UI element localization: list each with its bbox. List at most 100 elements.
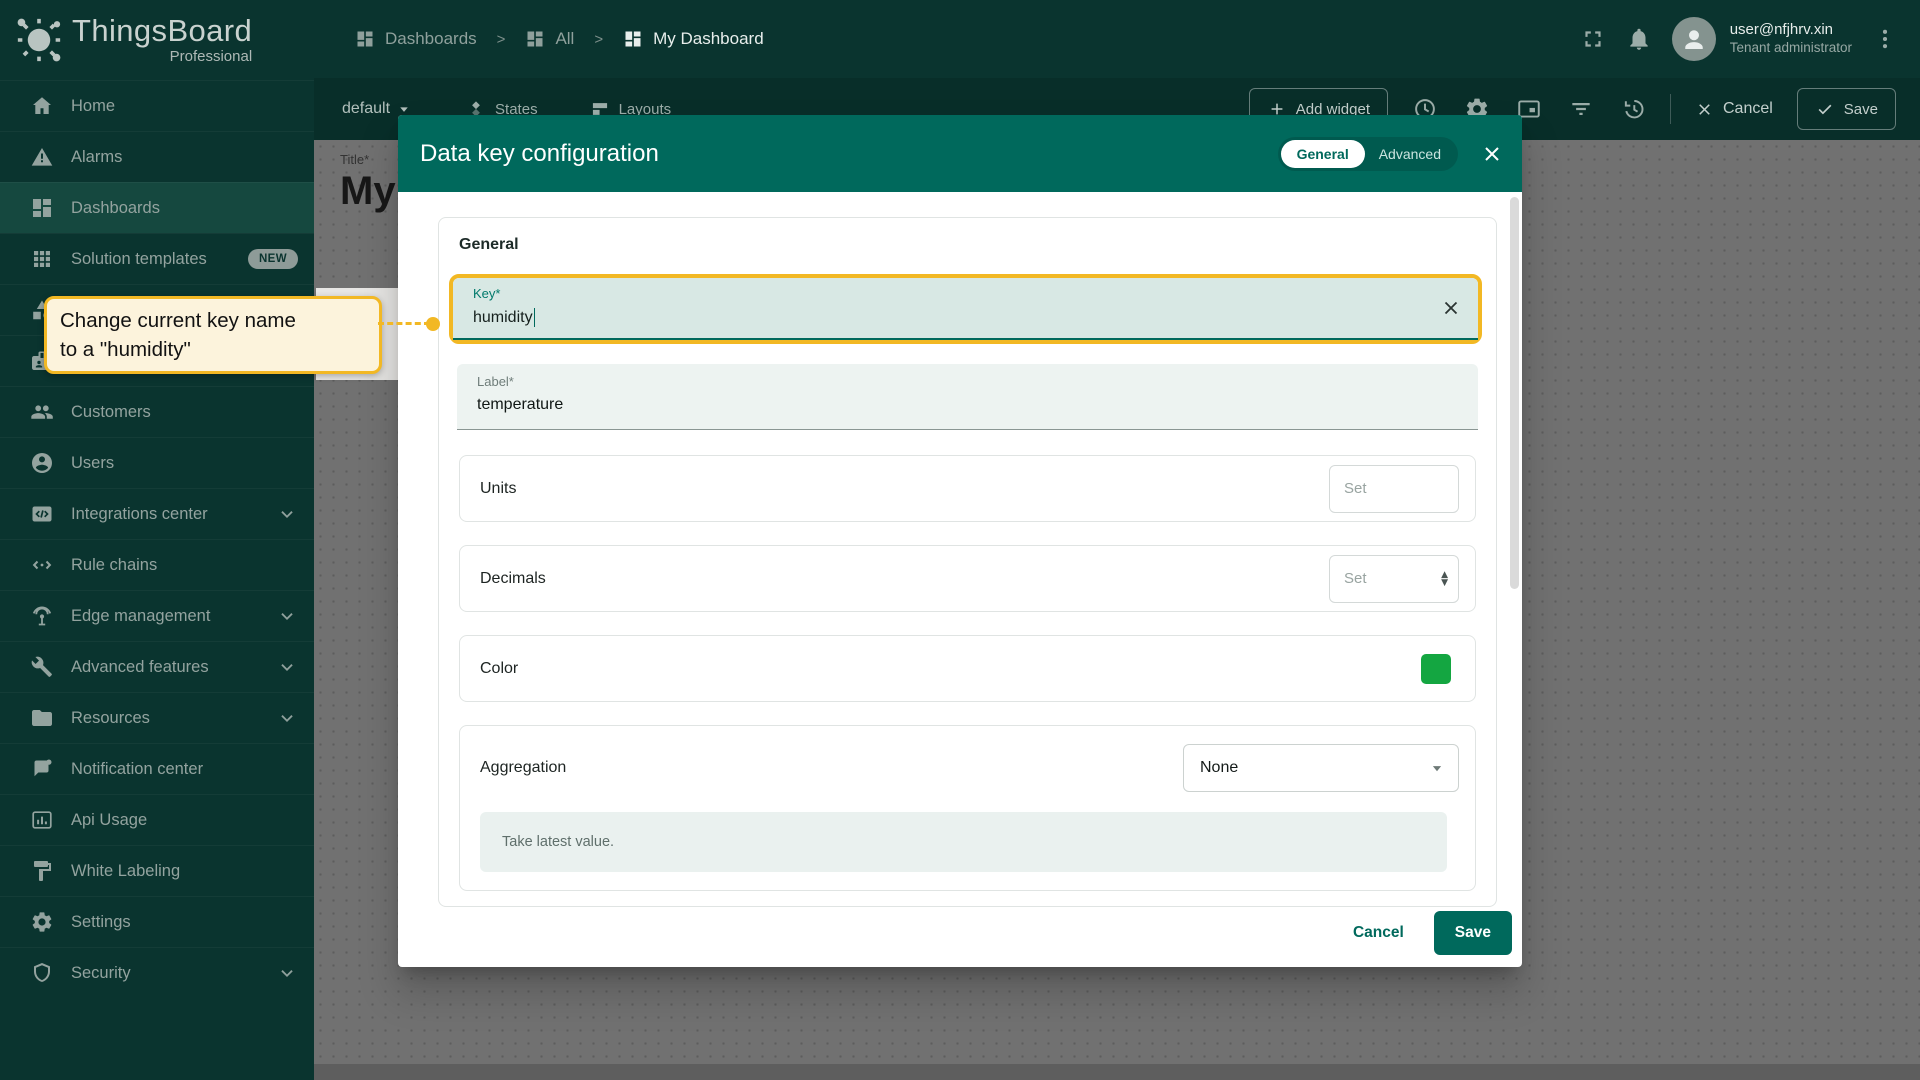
annotation-line-2: to a "humidity" <box>60 335 366 364</box>
sidebar-item-alarms[interactable]: Alarms <box>0 131 314 182</box>
dialog-footer: Cancel Save <box>398 909 1522 967</box>
dashboard-icon <box>355 29 375 49</box>
avatar[interactable] <box>1672 17 1716 61</box>
aggregation-select[interactable]: None <box>1183 744 1459 792</box>
sidebar-item-api-usage[interactable]: Api Usage <box>0 794 314 845</box>
units-row: Units Set <box>459 455 1476 522</box>
history-icon[interactable] <box>1620 96 1646 122</box>
color-swatch[interactable] <box>1421 654 1451 684</box>
sidebar-item-label: Users <box>71 454 114 473</box>
sidebar-item-resources[interactable]: Resources <box>0 692 314 743</box>
decimals-stepper[interactable]: ▲▼ <box>1441 571 1448 587</box>
sidebar-item-edge-management[interactable]: Edge management <box>0 590 314 641</box>
security-icon <box>30 961 54 985</box>
sidebar-item-dashboards[interactable]: Dashboards <box>0 182 314 233</box>
edit-save-button[interactable]: Save <box>1797 88 1896 130</box>
sidebar-item-notification-center[interactable]: Notification center <box>0 743 314 794</box>
alarms-icon <box>30 145 54 169</box>
dashboard-icon <box>623 29 643 49</box>
breadcrumb-separator: > <box>497 31 506 48</box>
label-input-label: Label* <box>477 374 1460 389</box>
annotation-connector-dot <box>426 317 440 331</box>
save-button[interactable]: Save <box>1434 911 1512 955</box>
filter-icon[interactable] <box>1568 96 1594 122</box>
dialog-scrollbar[interactable] <box>1510 197 1519 589</box>
user-role: Tenant administrator <box>1730 40 1852 57</box>
white-labeling-icon <box>30 859 54 883</box>
chevron-down-icon <box>276 503 298 525</box>
settings-icon <box>30 910 54 934</box>
chevron-down-icon <box>276 656 298 678</box>
annotation-line-1: Change current key name <box>60 306 366 335</box>
sidebar-item-solution-templates[interactable]: Solution templatesNEW <box>0 233 314 284</box>
key-input[interactable]: Key* humidity <box>453 278 1478 340</box>
dashboard-title-value[interactable]: My <box>340 169 396 214</box>
notifications-bell-icon[interactable] <box>1626 26 1652 52</box>
sidebar-item-customers[interactable]: Customers <box>0 386 314 437</box>
general-section-card: General Key* humidity Label* temperature… <box>438 217 1497 907</box>
app-edition: Professional <box>72 48 252 65</box>
breadcrumb-item[interactable]: All <box>525 29 574 49</box>
breadcrumb-item[interactable]: Dashboards <box>355 29 477 49</box>
sidebar-menu: HomeAlarmsDashboardsSolution templatesNE… <box>0 80 314 998</box>
fullscreen-icon[interactable] <box>1580 26 1606 52</box>
api-usage-icon <box>30 808 54 832</box>
decimals-row: Decimals Set ▲▼ <box>459 545 1476 612</box>
decimals-label: Decimals <box>480 570 546 588</box>
label-input-value: temperature <box>477 396 1460 414</box>
kebab-menu-icon[interactable] <box>1872 26 1898 52</box>
user-email: user@nfjhrv.xin <box>1730 21 1852 40</box>
label-input[interactable]: Label* temperature <box>457 364 1478 430</box>
chevron-down-icon <box>276 605 298 627</box>
breadcrumb-item[interactable]: My Dashboard <box>623 29 764 49</box>
clear-key-icon[interactable] <box>1440 297 1462 319</box>
sidebar-item-settings[interactable]: Settings <box>0 896 314 947</box>
key-field-highlight: Key* humidity <box>449 274 1482 344</box>
dashboard-icon <box>525 29 545 49</box>
tab-advanced[interactable]: Advanced <box>1365 146 1455 162</box>
dialog-close-icon[interactable] <box>1480 142 1504 166</box>
sidebar-item-rule-chains[interactable]: Rule chains <box>0 539 314 590</box>
solution-templates-icon <box>30 247 54 271</box>
user-info: user@nfjhrv.xin Tenant administrator <box>1730 21 1852 57</box>
sidebar-item-integrations-center[interactable]: Integrations center <box>0 488 314 539</box>
close-icon <box>1695 100 1714 119</box>
key-input-label: Key* <box>473 286 1460 301</box>
sidebar-item-home[interactable]: Home <box>0 80 314 131</box>
decimals-placeholder: Set <box>1344 570 1367 587</box>
edit-cancel-button[interactable]: Cancel <box>1695 100 1773 119</box>
dialog-header: Data key configuration General Advanced <box>398 115 1522 192</box>
sidebar-item-security[interactable]: Security <box>0 947 314 998</box>
sidebar-item-advanced-features[interactable]: Advanced features <box>0 641 314 692</box>
decimals-input[interactable]: Set ▲▼ <box>1329 555 1459 603</box>
sidebar-item-label: Integrations center <box>71 505 208 524</box>
dashboard-title-label: Title* <box>340 152 396 167</box>
app-logo[interactable]: ThingsBoard Professional <box>0 0 314 80</box>
sidebar-item-users[interactable]: Users <box>0 437 314 488</box>
sidebar-item-label: Notification center <box>71 760 203 779</box>
thingsboard-logo-icon <box>12 13 66 67</box>
breadcrumb-separator: > <box>594 31 603 48</box>
rule-chains-icon <box>30 553 54 577</box>
general-advanced-toggle: General Advanced <box>1278 137 1458 171</box>
sidebar-item-label: Security <box>71 964 131 983</box>
annotation-connector-line <box>378 322 430 325</box>
aggregation-label: Aggregation <box>480 759 566 777</box>
sidebar-item-label: White Labeling <box>71 862 180 881</box>
customers-icon <box>30 400 54 424</box>
aggregation-card: Aggregation None Take latest value. <box>459 725 1476 891</box>
color-label: Color <box>480 660 518 678</box>
sidebar-item-white-labeling[interactable]: White Labeling <box>0 845 314 896</box>
units-placeholder: Set <box>1344 480 1367 497</box>
home-icon <box>30 94 54 118</box>
tab-general[interactable]: General <box>1281 140 1365 168</box>
aggregation-value: None <box>1200 759 1238 777</box>
edit-cancel-label: Cancel <box>1723 100 1773 118</box>
chevron-down-icon <box>276 962 298 984</box>
units-label: Units <box>480 480 516 498</box>
units-input[interactable]: Set <box>1329 465 1459 513</box>
section-title: General <box>459 236 1476 254</box>
sidebar-item-label: Advanced features <box>71 658 209 677</box>
edit-save-label: Save <box>1844 101 1878 118</box>
cancel-button[interactable]: Cancel <box>1331 914 1426 952</box>
